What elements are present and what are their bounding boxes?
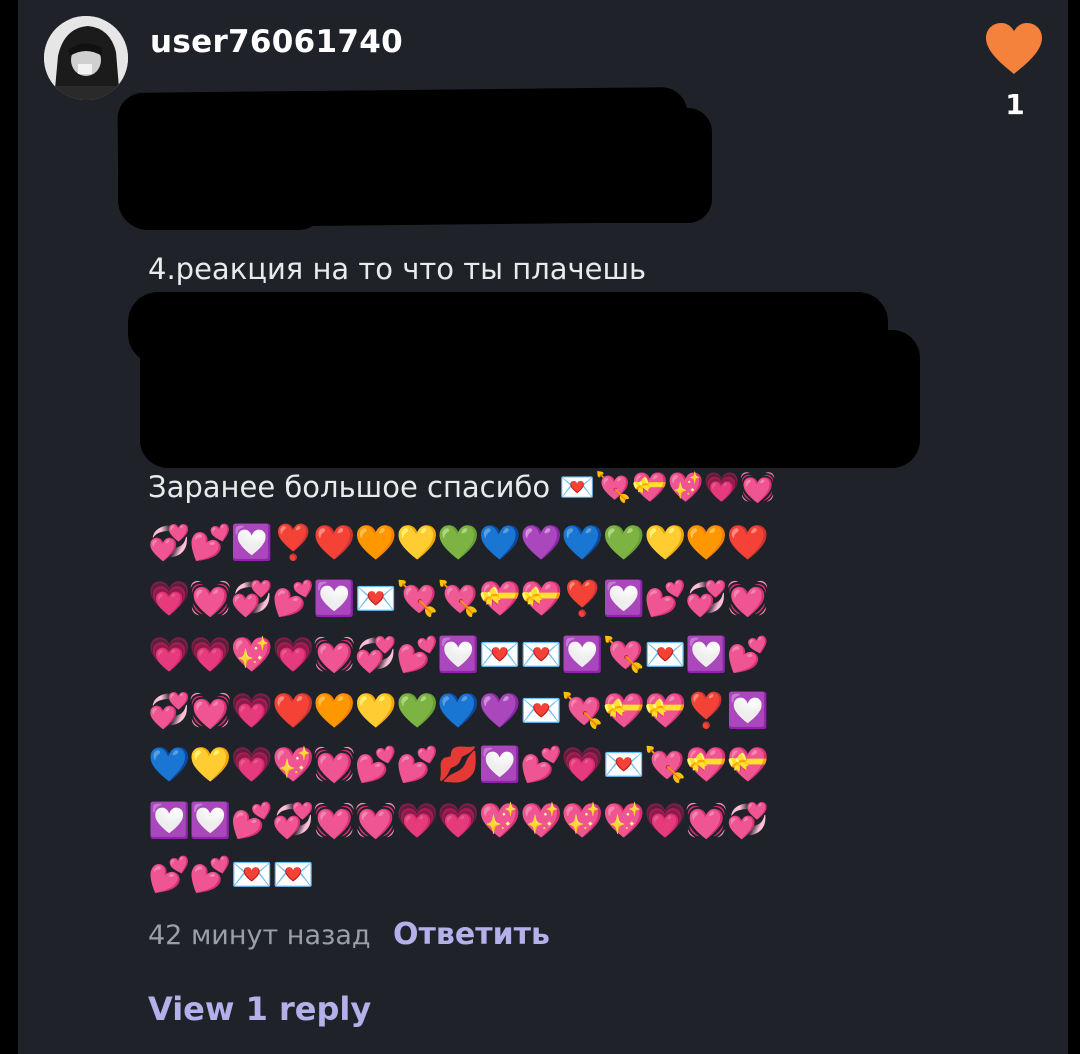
timestamp: 42 минут назад	[148, 920, 371, 951]
heart-icon[interactable]	[984, 22, 1044, 78]
username[interactable]: user76061740	[150, 24, 403, 60]
like-count: 1	[1005, 88, 1025, 121]
reply-button[interactable]: Ответить	[393, 917, 550, 952]
redaction-mark	[140, 330, 920, 468]
comment-text-line: 4.реакция на то что ты плачешь	[148, 252, 647, 286]
redaction-mark	[118, 150, 328, 230]
emoji-row: 💟💟💕💞💓💓💗💗💖💖💖💖💗💓💞	[148, 801, 769, 841]
emoji-row: 💞💕💟❣️❤️🧡💛💚💙💜💙💚💛🧡❤️	[148, 523, 769, 563]
emoji-row: 💗💗💖💗💓💞💕💟💌💌💟💘💌💟💕	[148, 635, 769, 675]
avatar[interactable]	[44, 16, 128, 100]
emoji-row: 💙💛💗💖💓💕💕💋💟💕💗💌💘💝💝	[148, 745, 769, 785]
emoji-row: 💗💓💞💕💟💌💘💘💝💝❣️💟💕💞💓	[148, 579, 769, 619]
view-replies-link[interactable]: View 1 reply	[148, 990, 371, 1028]
redaction-mark	[490, 108, 712, 223]
emoji-row: 💞💓💗❤️🧡💛💚💙💜💌💘💝💝❣️💟	[148, 691, 769, 731]
emoji-row: 💕💕💌💌	[148, 855, 314, 895]
thanks-text: Заранее большое спасибо 💌💘💝💖💗💓	[148, 470, 776, 504]
avatar-image	[44, 16, 128, 100]
